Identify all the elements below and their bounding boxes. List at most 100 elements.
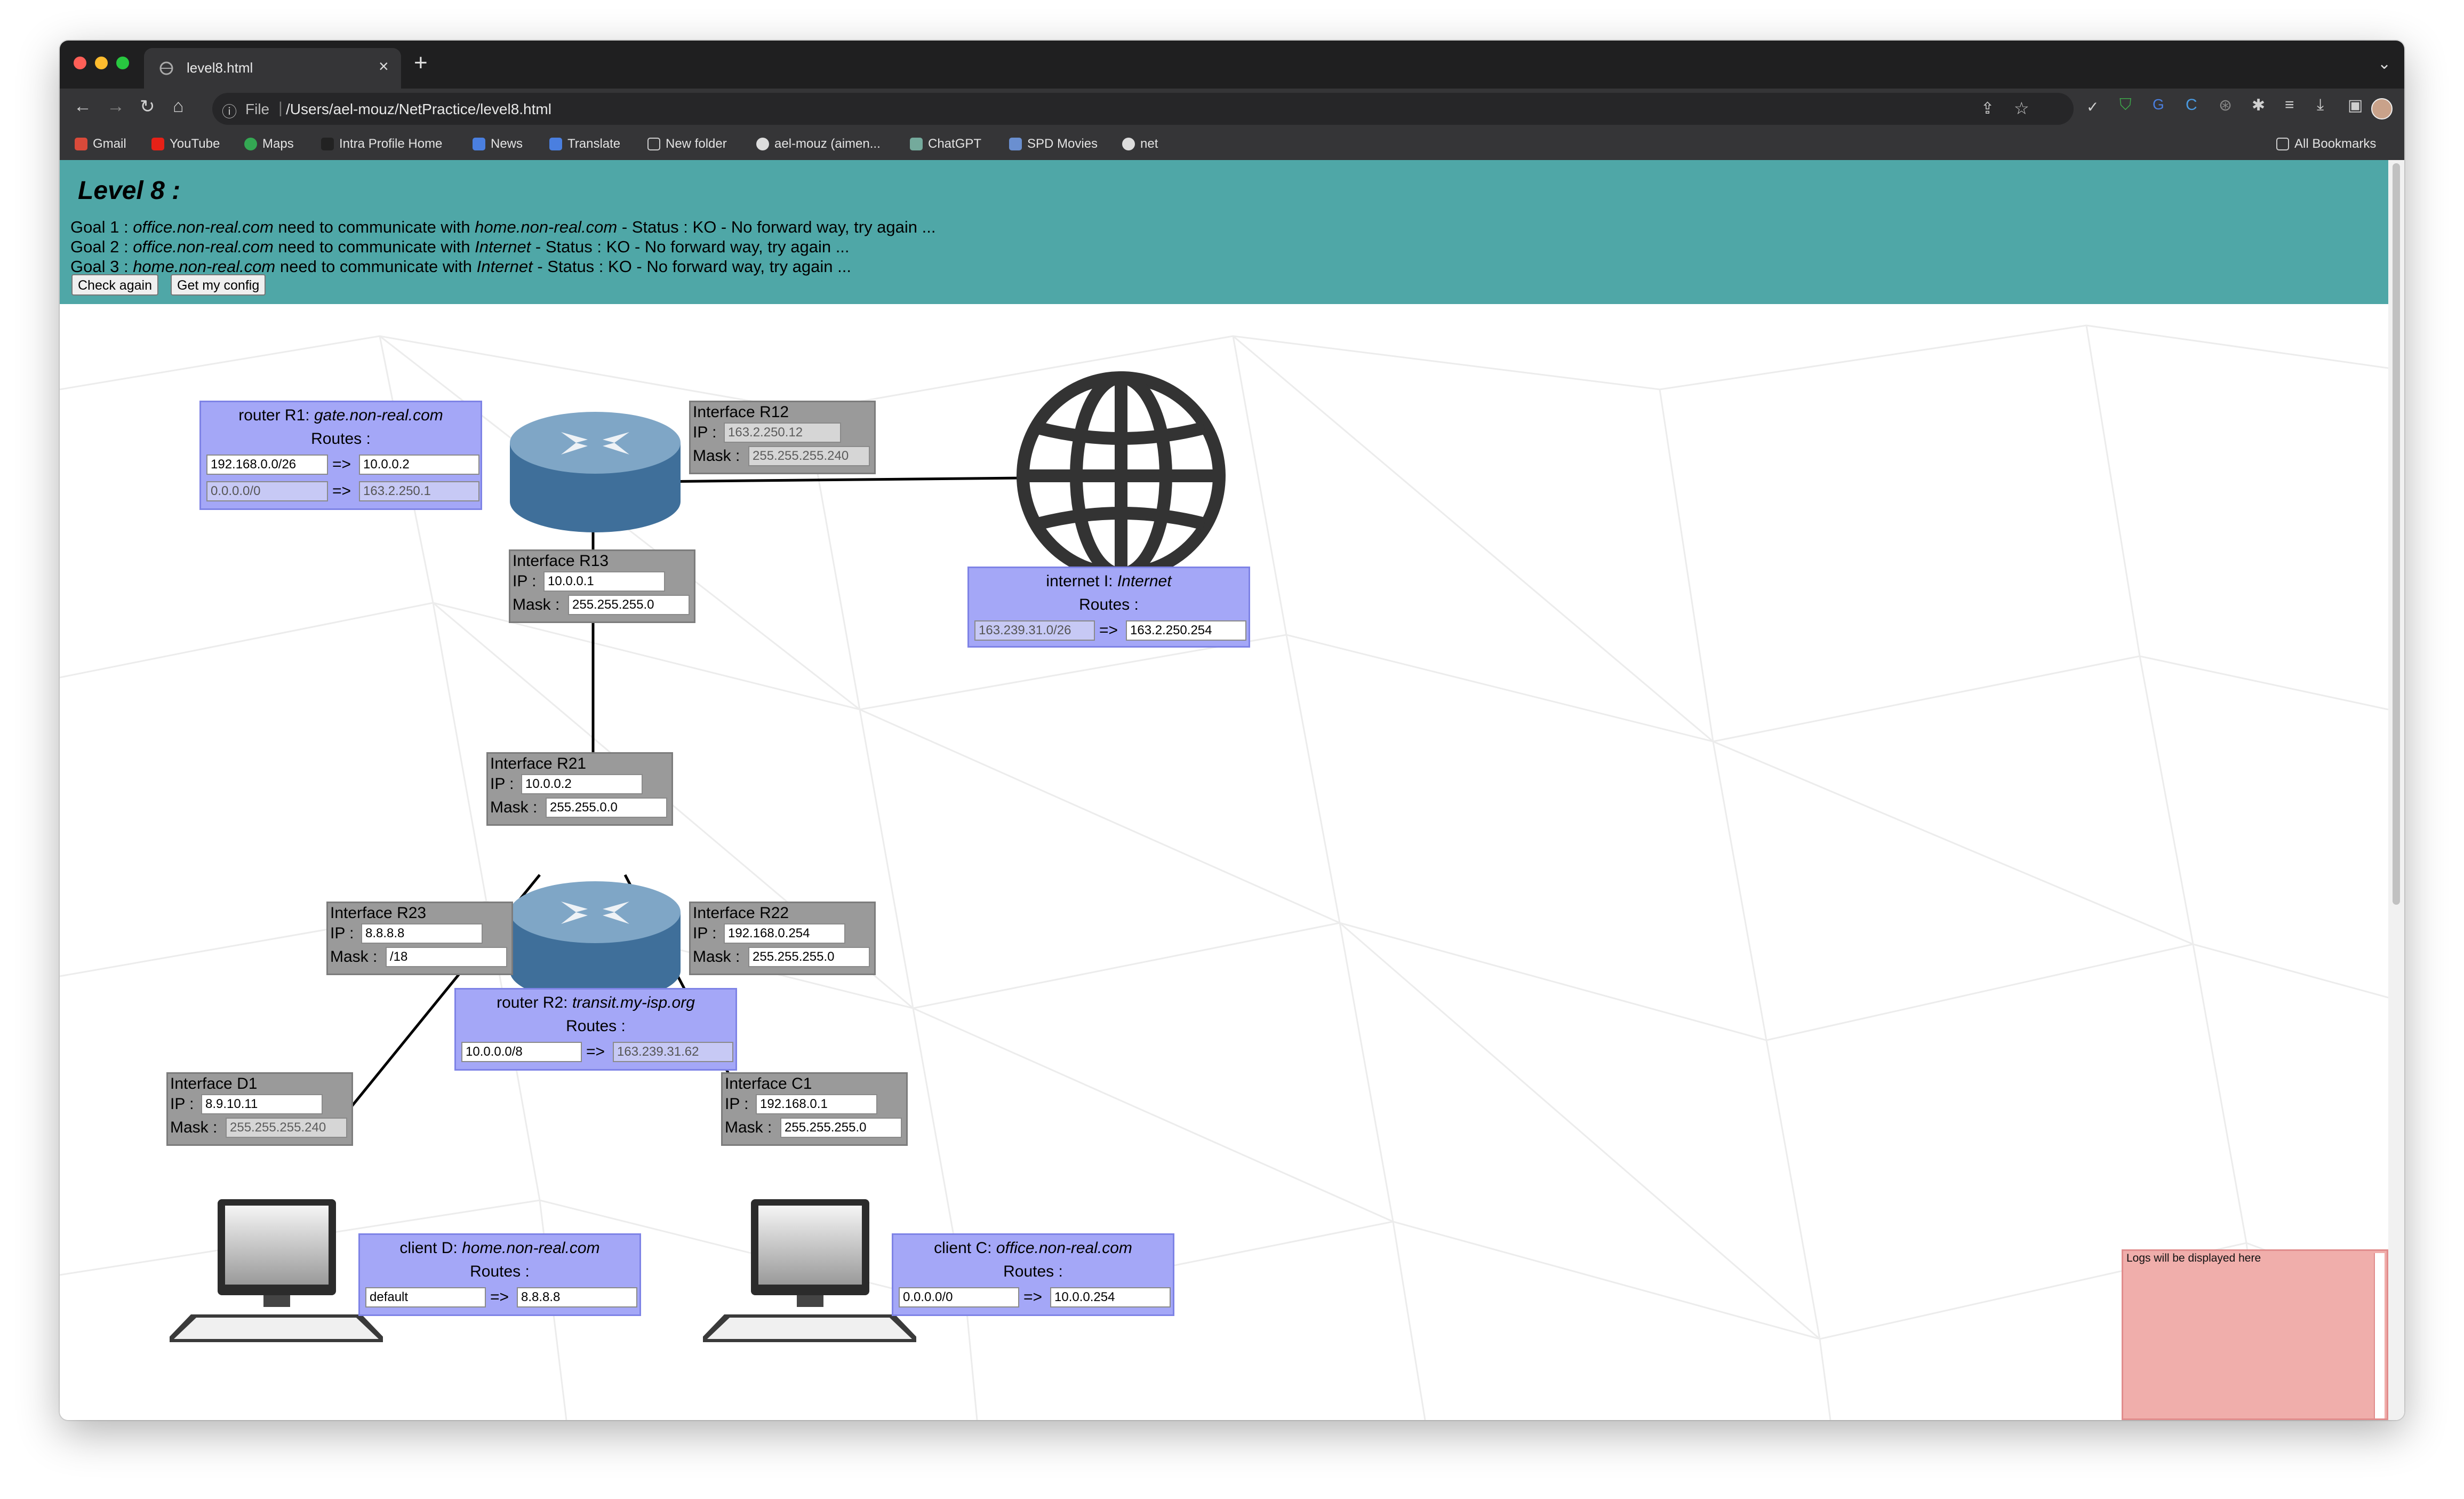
extension-icon[interactable]: ✓ bbox=[2086, 98, 2099, 116]
ip-field-readonly: 163.2.250.12 bbox=[724, 422, 841, 443]
bookmark-youtube[interactable]: YouTube bbox=[151, 137, 220, 152]
maps-icon bbox=[244, 138, 257, 150]
bookmark-maps[interactable]: Maps bbox=[244, 137, 294, 152]
sidebar-icon[interactable]: ▣ bbox=[2348, 96, 2363, 115]
router-r1-title: router R1: gate.non-real.com bbox=[238, 406, 443, 424]
chatgpt-extension-icon[interactable]: ⊛ bbox=[2219, 96, 2232, 115]
route-arrow: => bbox=[332, 456, 351, 473]
bookmark-spd-movies[interactable]: SPD Movies bbox=[1009, 137, 1098, 152]
interface-r21-box: Interface R21 IP : 10.0.0.2 Mask : 255.2… bbox=[486, 752, 673, 826]
ip-label: IP : bbox=[330, 924, 354, 942]
shield-icon[interactable]: ⛉ bbox=[2119, 96, 2132, 114]
mask-input[interactable]: 255.255.255.0 bbox=[568, 595, 690, 615]
menu-icon[interactable]: ⋮ bbox=[2398, 96, 2404, 115]
reading-list-icon[interactable]: ≡ bbox=[2285, 96, 2294, 114]
bookmark-new-folder[interactable]: New folder bbox=[647, 137, 727, 152]
mask-input[interactable]: 255.255.255.0 bbox=[748, 947, 870, 967]
mask-label: Mask : bbox=[693, 447, 740, 465]
download-icon[interactable]: ⤓ bbox=[2317, 96, 2324, 114]
avatar[interactable] bbox=[2371, 98, 2393, 119]
tab-level8[interactable]: level8.html × bbox=[144, 48, 401, 89]
mask-label: Mask : bbox=[725, 1119, 772, 1136]
router-r1-icon bbox=[510, 412, 681, 532]
scrollbar-thumb[interactable] bbox=[2393, 163, 2400, 905]
page-scrollbar[interactable] bbox=[2388, 160, 2404, 1420]
ip-input[interactable]: 192.168.0.1 bbox=[756, 1094, 877, 1114]
route-next-hop-input[interactable]: 10.0.0.2 bbox=[359, 455, 479, 475]
interface-title: Interface R22 bbox=[693, 904, 789, 922]
client-c-box: client C: office.non-real.com Routes : 0… bbox=[892, 1233, 1174, 1316]
interface-c1-box: Interface C1 IP : 192.168.0.1 Mask : 255… bbox=[721, 1072, 908, 1146]
logs-panel[interactable]: Logs will be displayed here bbox=[2122, 1249, 2388, 1420]
interface-title: Interface D1 bbox=[170, 1075, 258, 1093]
logs-scrollbar[interactable] bbox=[2374, 1253, 2385, 1418]
bookmark-star-icon[interactable]: ☆ bbox=[2014, 98, 2029, 118]
bookmark-net[interactable]: net bbox=[1122, 137, 1158, 152]
route-next-hop-readonly: 163.239.31.62 bbox=[613, 1042, 733, 1062]
c-extension-icon[interactable]: C bbox=[2186, 96, 2197, 114]
globe-icon bbox=[1017, 371, 1226, 580]
internet-title: internet I: Internet bbox=[1046, 572, 1172, 590]
browser-window: level8.html × + ⌄ ← → ↻ ⌂ ⓘ File | /User… bbox=[60, 41, 2404, 1420]
route-destination-readonly: 0.0.0.0/0 bbox=[206, 481, 328, 501]
ip-input[interactable]: 192.168.0.254 bbox=[724, 923, 845, 944]
route-destination-input[interactable]: 0.0.0.0/0 bbox=[899, 1287, 1019, 1307]
address-bar[interactable]: ⓘ File | /Users/ael-mouz/NetPractice/lev… bbox=[212, 93, 2074, 125]
zoom-window-button[interactable] bbox=[116, 57, 129, 69]
bookmark-news[interactable]: News bbox=[473, 137, 523, 152]
route-next-hop-input[interactable]: 8.8.8.8 bbox=[517, 1287, 637, 1307]
router-r2-box: router R2: transit.my-isp.org Routes : 1… bbox=[454, 988, 737, 1071]
info-icon[interactable]: ⓘ bbox=[222, 100, 237, 122]
movie-icon bbox=[1009, 138, 1022, 150]
client-d-title: client D: home.non-real.com bbox=[399, 1239, 600, 1257]
mask-label: Mask : bbox=[330, 948, 378, 966]
minimize-window-button[interactable] bbox=[95, 57, 108, 69]
ip-input[interactable]: 10.0.0.1 bbox=[543, 571, 665, 592]
translate-extension-icon[interactable]: G bbox=[2153, 96, 2164, 113]
bookmarks-bar: Gmail YouTube Maps Intra Profile Home Ne… bbox=[60, 129, 2404, 161]
route-destination-input[interactable]: 192.168.0.0/26 bbox=[206, 455, 328, 475]
globe-icon bbox=[159, 61, 173, 75]
mask-input[interactable]: 255.255.0.0 bbox=[546, 798, 667, 818]
ip-input[interactable]: 8.8.8.8 bbox=[361, 923, 483, 944]
translate-icon bbox=[549, 138, 562, 150]
bookmark-intra[interactable]: Intra Profile Home bbox=[321, 137, 442, 152]
new-tab-button[interactable]: + bbox=[414, 51, 428, 75]
route-destination-input[interactable]: 10.0.0.0/8 bbox=[461, 1042, 582, 1062]
share-icon[interactable]: ⇪ bbox=[1981, 99, 1994, 118]
chevron-down-icon[interactable]: ⌄ bbox=[2378, 54, 2391, 73]
all-bookmarks[interactable]: All Bookmarks bbox=[2276, 137, 2376, 152]
route-next-hop-input[interactable]: 10.0.0.254 bbox=[1050, 1287, 1171, 1307]
bookmark-translate[interactable]: Translate bbox=[549, 137, 620, 152]
youtube-icon bbox=[151, 138, 164, 150]
mask-label: Mask : bbox=[693, 948, 740, 966]
interface-r22-box: Interface R22 IP : 192.168.0.254 Mask : … bbox=[689, 902, 876, 975]
mask-label: Mask : bbox=[513, 596, 560, 613]
forward-icon[interactable]: → bbox=[107, 96, 125, 117]
net-icon bbox=[1122, 138, 1135, 150]
close-window-button[interactable] bbox=[74, 57, 86, 69]
url-text[interactable]: /Users/ael-mouz/NetPractice/level8.html bbox=[286, 101, 551, 118]
route-arrow: => bbox=[1099, 621, 1118, 639]
reload-icon[interactable]: ↻ bbox=[140, 96, 155, 117]
bookmark-gmail[interactable]: Gmail bbox=[75, 137, 126, 152]
interface-title: Interface R21 bbox=[490, 755, 587, 772]
ip-label: IP : bbox=[490, 775, 514, 793]
home-icon[interactable]: ⌂ bbox=[173, 96, 184, 117]
mask-input[interactable]: 255.255.255.0 bbox=[780, 1118, 902, 1138]
folder-icon bbox=[647, 138, 660, 150]
logs-placeholder: Logs will be displayed here bbox=[2126, 1252, 2261, 1264]
bookmark-chatgpt[interactable]: ChatGPT bbox=[910, 137, 981, 152]
page-content: Level 8 : Goal 1 : office.non-real.com n… bbox=[60, 160, 2404, 1420]
back-icon[interactable]: ← bbox=[74, 96, 92, 117]
bookmark-github[interactable]: ael-mouz (aimen... bbox=[756, 137, 881, 152]
mask-input[interactable]: /18 bbox=[386, 947, 507, 967]
router-r2-title: router R2: transit.my-isp.org bbox=[497, 994, 695, 1011]
ip-input[interactable]: 8.9.10.11 bbox=[201, 1094, 323, 1114]
route-next-hop-input[interactable]: 163.2.250.254 bbox=[1126, 620, 1246, 641]
ip-input[interactable]: 10.0.0.2 bbox=[521, 774, 643, 794]
close-tab-icon[interactable]: × bbox=[379, 57, 389, 76]
puzzle-icon[interactable]: ✱ bbox=[2252, 96, 2265, 115]
ip-label: IP : bbox=[513, 572, 537, 590]
route-destination-input[interactable]: default bbox=[365, 1287, 486, 1307]
